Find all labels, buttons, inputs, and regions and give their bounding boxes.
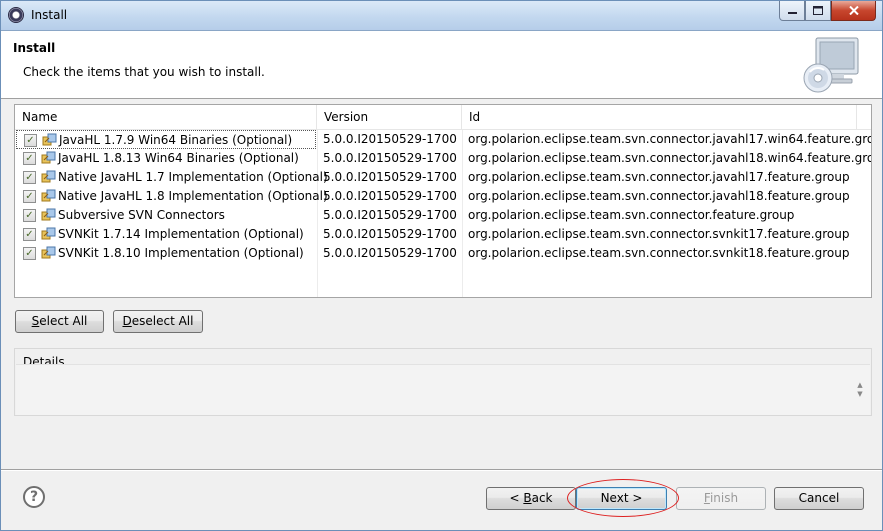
column-header-version[interactable]: Version [317, 105, 462, 129]
feature-plugin-icon [41, 151, 56, 164]
deselect-all-label: eselect All [131, 314, 194, 328]
deselect-all-button[interactable]: Deselect All [113, 310, 203, 333]
cell-id: org.polarion.eclipse.team.svn.connector.… [468, 170, 850, 184]
details-text-area[interactable]: ▲ ▼ [16, 364, 870, 415]
cell-id: org.polarion.eclipse.team.svn.connector.… [468, 208, 795, 222]
select-all-label: elect All [39, 314, 88, 328]
table-row[interactable]: ✓ Native JavaHL 1.8 Implementation (Optio… [15, 187, 871, 206]
page-title: Install [13, 41, 56, 55]
cell-id: org.polarion.eclipse.team.svn.connector.… [468, 189, 850, 203]
checkbox-checked-icon[interactable]: ✓ [23, 228, 36, 241]
page-description: Check the items that you wish to install… [23, 65, 265, 79]
table-row[interactable]: ✓ SVNKit 1.7.14 Implementation (Optional)… [15, 225, 871, 244]
column-header-id[interactable]: Id [462, 105, 857, 129]
feature-plugin-icon [41, 189, 56, 202]
cell-name: ✓ Subversive SVN Connectors [16, 206, 316, 225]
next-button[interactable]: Next > [576, 487, 667, 510]
checkbox-checked-icon[interactable]: ✓ [23, 209, 36, 222]
install-computer-cd-icon [803, 37, 859, 93]
cell-version: 5.0.0.I20150529-1700 [323, 170, 457, 184]
window-title: Install [31, 8, 68, 22]
back-label: ack [531, 491, 553, 505]
window-controls [779, 1, 876, 22]
cell-name: ✓ SVNKit 1.8.10 Implementation (Optional) [16, 244, 316, 263]
close-button[interactable] [831, 1, 876, 21]
checkbox-checked-icon[interactable]: ✓ [23, 171, 36, 184]
feature-plugin-icon [41, 227, 56, 240]
cell-name: ✓ JavaHL 1.8.13 Win64 Binaries (Optional) [16, 149, 316, 168]
select-all-button[interactable]: Select All [15, 310, 104, 333]
finish-button[interactable]: Finish [676, 487, 766, 510]
details-scroll-arrows[interactable]: ▲ ▼ [855, 381, 865, 401]
close-icon [848, 6, 859, 15]
table-row[interactable]: ✓ JavaHL 1.7.9 Win64 Binaries (Optional) 5… [15, 130, 871, 149]
item-name: SVNKit 1.7.14 Implementation (Optional) [58, 227, 304, 241]
table-row[interactable]: ✓ Subversive SVN Connectors 5.0.0.I2015052… [15, 206, 871, 225]
item-name: Native JavaHL 1.8 Implementation (Option… [58, 189, 328, 203]
item-name: Native JavaHL 1.7 Implementation (Option… [58, 170, 328, 184]
help-question-icon[interactable]: ? [23, 486, 45, 508]
cell-version: 5.0.0.I20150529-1700 [323, 132, 457, 146]
back-mnemonic: B [523, 491, 532, 505]
details-group: Details ▲ ▼ [14, 348, 872, 416]
checkbox-checked-icon[interactable]: ✓ [23, 247, 36, 260]
checkbox-checked-icon[interactable]: ✓ [23, 152, 36, 165]
cell-version: 5.0.0.I20150529-1700 [323, 246, 457, 260]
minimize-icon [787, 11, 797, 14]
maximize-icon [813, 6, 823, 15]
cell-name: ✓ Native JavaHL 1.8 Implementation (Optio… [16, 187, 328, 206]
minimize-button[interactable] [779, 1, 805, 21]
item-name: JavaHL 1.8.13 Win64 Binaries (Optional) [58, 151, 299, 165]
item-name: JavaHL 1.7.9 Win64 Binaries (Optional) [59, 133, 293, 147]
wizard-header: Install Check the items that you wish to… [1, 31, 882, 99]
feature-plugin-icon [41, 208, 56, 221]
checkbox-checked-icon[interactable]: ✓ [24, 134, 37, 147]
feature-plugin-icon [41, 170, 56, 183]
cell-id: org.polarion.eclipse.team.svn.connector.… [468, 132, 872, 146]
item-name: Subversive SVN Connectors [58, 208, 225, 222]
finish-label: inish [709, 491, 739, 505]
table-rows: ✓ JavaHL 1.7.9 Win64 Binaries (Optional) 5… [15, 130, 871, 263]
cell-version: 5.0.0.I20150529-1700 [323, 208, 457, 222]
cell-version: 5.0.0.I20150529-1700 [323, 227, 457, 241]
cell-id: org.polarion.eclipse.team.svn.connector.… [468, 246, 850, 260]
title-bar[interactable]: Install [1, 1, 882, 31]
item-name: SVNKit 1.8.10 Implementation (Optional) [58, 246, 304, 260]
button-bar-separator [1, 469, 882, 471]
table-row[interactable]: ✓ SVNKit 1.8.10 Implementation (Optional)… [15, 244, 871, 263]
feature-plugin-icon [41, 246, 56, 259]
column-header-name[interactable]: Name [15, 105, 317, 129]
cell-id: org.polarion.eclipse.team.svn.connector.… [468, 227, 850, 241]
checkbox-checked-icon[interactable]: ✓ [23, 190, 36, 203]
install-items-table[interactable]: Name Version Id ✓ JavaHL 1.7.9 Win64 Bina… [14, 104, 872, 298]
scroll-up-icon: ▲ [857, 381, 863, 389]
deselect-all-mnemonic: D [122, 314, 132, 328]
table-row[interactable]: ✓ Native JavaHL 1.7 Implementation (Optio… [15, 168, 871, 187]
back-prefix: < [509, 491, 524, 505]
install-dialog: Install Install Check the items that you… [0, 0, 883, 531]
cell-name: ✓ JavaHL 1.7.9 Win64 Binaries (Optional) [16, 130, 316, 149]
table-header: Name Version Id [15, 105, 871, 130]
cell-name: ✓ SVNKit 1.7.14 Implementation (Optional) [16, 225, 316, 244]
maximize-button[interactable] [805, 1, 831, 21]
cell-version: 5.0.0.I20150529-1700 [323, 189, 457, 203]
feature-plugin-icon [42, 133, 57, 146]
cell-version: 5.0.0.I20150529-1700 [323, 151, 457, 165]
cell-id: org.polarion.eclipse.team.svn.connector.… [468, 151, 872, 165]
cancel-button[interactable]: Cancel [774, 487, 864, 510]
back-button[interactable]: < Back [486, 487, 576, 510]
table-row[interactable]: ✓ JavaHL 1.8.13 Win64 Binaries (Optional)… [15, 149, 871, 168]
scroll-down-icon: ▼ [857, 390, 863, 398]
cell-name: ✓ Native JavaHL 1.7 Implementation (Optio… [16, 168, 328, 187]
eclipse-icon [8, 7, 24, 23]
